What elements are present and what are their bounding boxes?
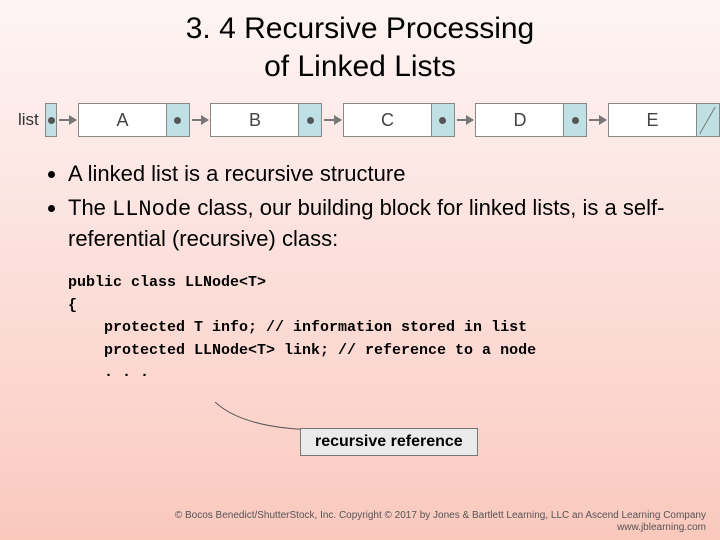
callout-box: recursive reference [300, 428, 478, 456]
slide-title: 3. 4 Recursive Processing of Linked List… [0, 0, 720, 85]
node-link [564, 104, 586, 136]
code-inline: LLNode [112, 197, 191, 222]
node-info: E [609, 104, 697, 136]
bullet-2: The LLNode class, our building block for… [68, 193, 680, 254]
node-link [299, 104, 321, 136]
node-c: C [343, 103, 455, 137]
list-label: list [18, 110, 39, 130]
node-link [167, 104, 189, 136]
node-b: B [210, 103, 322, 137]
node-info: D [476, 104, 564, 136]
copyright-footer: © Bocos Benedict/ShutterStock, Inc. Copy… [175, 510, 706, 534]
arrow-icon [192, 119, 209, 121]
arrow-icon [457, 119, 474, 121]
node-link [432, 104, 454, 136]
code-line: protected T info; // information stored … [68, 317, 527, 340]
code-line: public class LLNode<T> [68, 272, 720, 295]
list-head-pointer [45, 103, 58, 137]
node-e: E [608, 103, 720, 137]
title-line-1: 3. 4 Recursive Processing [186, 12, 535, 45]
bullet-1: A linked list is a recursive structure [68, 159, 680, 189]
arrow-icon [324, 119, 341, 121]
node-link-null [697, 104, 719, 136]
code-line: . . . [68, 362, 149, 385]
node-d: D [475, 103, 587, 137]
bullet-list: A linked list is a recursive structure T… [44, 159, 680, 254]
code-line: { [68, 295, 720, 318]
arrow-icon [589, 119, 606, 121]
node-a: A [78, 103, 190, 137]
node-info: A [79, 104, 167, 136]
title-line-2: of Linked Lists [264, 50, 456, 83]
node-info: C [344, 104, 432, 136]
footer-line-2: www.jblearning.com [175, 522, 706, 534]
linked-list-diagram: list A B C D E [18, 103, 720, 137]
node-info: B [211, 104, 299, 136]
code-line: protected LLNode<T> link; // reference t… [68, 340, 536, 363]
footer-line-1: © Bocos Benedict/ShutterStock, Inc. Copy… [175, 510, 706, 522]
code-block: public class LLNode<T> { protected T inf… [68, 272, 720, 385]
arrow-icon [59, 119, 76, 121]
